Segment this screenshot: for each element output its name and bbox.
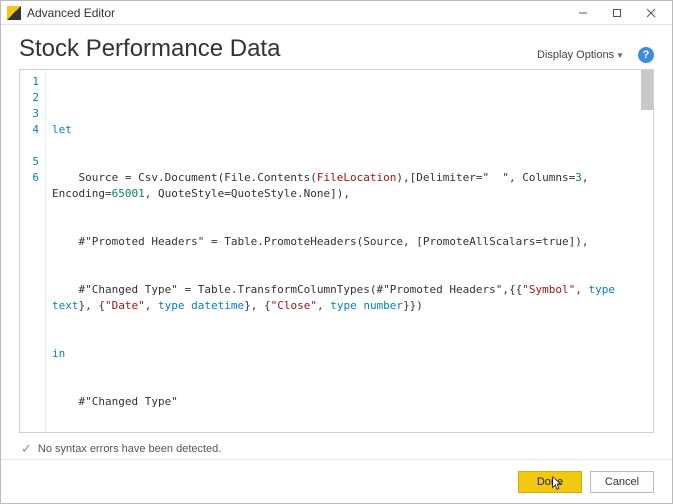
line-number-gutter: 1 2 3 4 5 6 [20, 70, 46, 432]
done-button-label: Done [537, 476, 563, 488]
check-icon: ✓ [21, 441, 32, 457]
content-area: Stock Performance Data Display Options ▼… [1, 25, 672, 459]
line-number: 4 [20, 122, 39, 154]
line-number: 2 [20, 90, 39, 106]
line-number: 1 [20, 74, 39, 90]
line-number: 5 [20, 154, 39, 170]
line-number: 3 [20, 106, 39, 122]
status-message: No syntax errors have been detected. [38, 443, 221, 455]
close-button[interactable] [634, 2, 668, 24]
cancel-button-label: Cancel [605, 476, 639, 488]
header-row: Stock Performance Data Display Options ▼… [19, 35, 654, 63]
header-actions: Display Options ▼ ? [533, 47, 654, 63]
code-text-area[interactable]: let Source = Csv.Document(File.Contents(… [46, 70, 653, 432]
line-number: 6 [20, 170, 39, 186]
keyword-in: in [52, 347, 65, 360]
titlebar: Advanced Editor [1, 1, 672, 25]
chevron-down-icon: ▼ [616, 51, 624, 60]
app-icon [7, 6, 21, 20]
maximize-button[interactable] [600, 2, 634, 24]
footer: Done Cancel [1, 459, 672, 503]
code-line-6: #"Changed Type" [52, 395, 178, 408]
code-editor[interactable]: 1 2 3 4 5 6 let Source = Csv.Document(Fi… [19, 69, 654, 433]
keyword-let: let [52, 123, 72, 136]
page-title: Stock Performance Data [19, 35, 280, 63]
code-line-3: #"Promoted Headers" = Table.PromoteHeade… [52, 235, 588, 248]
window-title: Advanced Editor [27, 6, 566, 20]
minimize-button[interactable] [566, 2, 600, 24]
vertical-scrollbar[interactable] [641, 70, 653, 110]
status-bar: ✓ No syntax errors have been detected. [19, 439, 654, 459]
cancel-button[interactable]: Cancel [590, 471, 654, 493]
done-button[interactable]: Done [518, 471, 582, 493]
display-options-label: Display Options [537, 49, 614, 61]
help-icon[interactable]: ? [638, 47, 654, 63]
display-options-dropdown[interactable]: Display Options ▼ [533, 47, 628, 63]
window-controls [566, 2, 668, 24]
